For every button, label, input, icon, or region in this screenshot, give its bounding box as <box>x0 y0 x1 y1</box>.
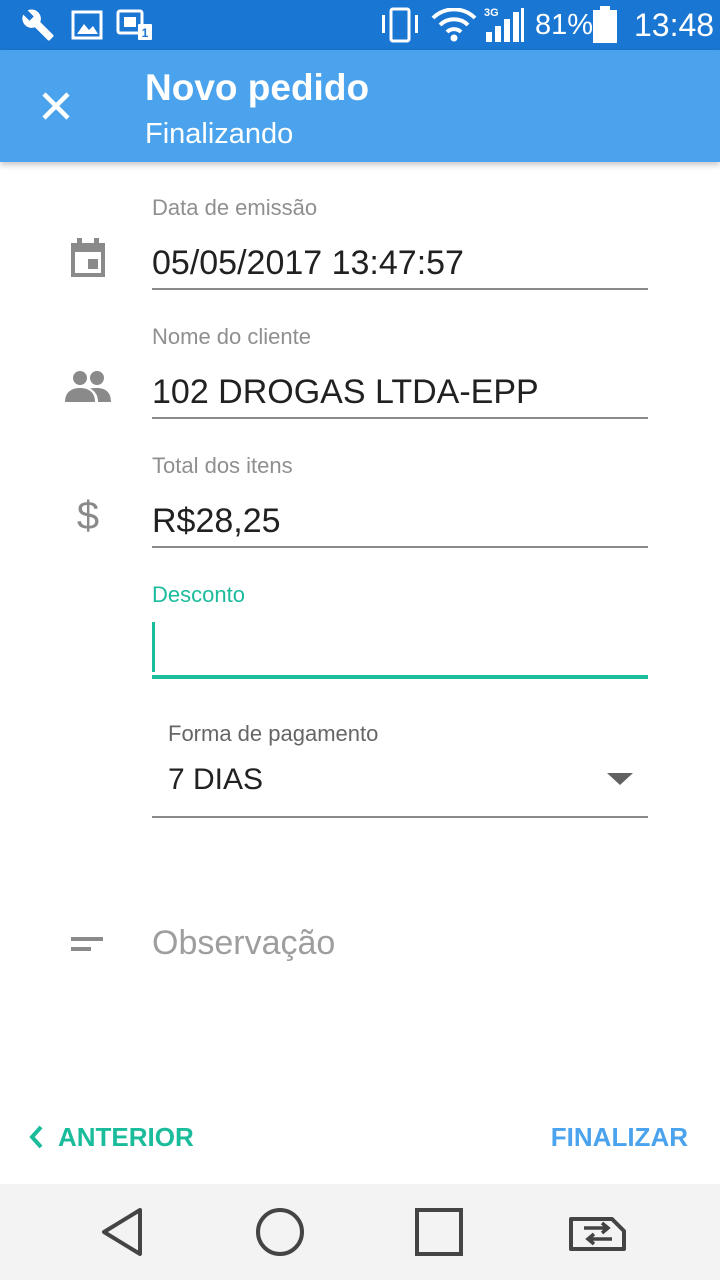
svg-text:3G: 3G <box>484 7 499 19</box>
discount-underline <box>152 675 648 679</box>
items-total-label: Total dos itens <box>152 453 293 478</box>
issue-date-label: Data de emissão <box>152 195 318 220</box>
dollar-icon: $ <box>58 486 118 546</box>
battery-percent: 81% <box>535 9 594 41</box>
navigation-bar <box>0 1184 720 1280</box>
recents-button[interactable] <box>399 1202 479 1262</box>
chevron-left-icon <box>29 1125 43 1149</box>
issue-date-underline <box>152 288 648 290</box>
client-name-label: Nome do cliente <box>152 324 311 349</box>
items-total-underline <box>152 546 648 548</box>
discount-label: Desconto <box>152 582 245 607</box>
battery-icon <box>590 6 620 43</box>
wifi-icon <box>430 7 478 43</box>
notes-icon <box>58 914 118 974</box>
payment-method-underline <box>152 816 648 818</box>
close-icon <box>42 92 70 120</box>
payment-method-value: 7 DIAS <box>168 763 264 796</box>
svg-text:$: $ <box>77 495 99 537</box>
text-cursor <box>152 622 155 672</box>
people-icon <box>58 356 118 416</box>
discount-input[interactable] <box>152 626 648 670</box>
svg-text:1: 1 <box>142 26 149 40</box>
calendar-icon <box>58 228 118 288</box>
home-icon <box>256 1208 304 1256</box>
finish-button[interactable]: FINALIZAR <box>551 1115 688 1159</box>
client-name-field[interactable]: 102 DROGAS LTDA-EPP <box>152 371 648 413</box>
previous-button[interactable]: ANTERIOR <box>28 1115 194 1159</box>
sim-lock-icon: 1 <box>115 7 155 43</box>
dropdown-arrow-icon <box>607 773 633 785</box>
previous-button-label: ANTERIOR <box>58 1121 194 1152</box>
app-bar: Novo pedido Finalizando <box>0 50 720 162</box>
client-name-underline <box>152 417 648 419</box>
wrench-icon <box>18 7 58 43</box>
page-subtitle: Finalizando <box>145 118 294 150</box>
notes-placeholder: Observação <box>152 924 336 962</box>
payment-method-label: Forma de pagamento <box>168 721 379 746</box>
image-icon <box>70 7 104 43</box>
back-button[interactable] <box>82 1202 162 1262</box>
switch-sim-icon <box>569 1217 626 1251</box>
items-total-field[interactable]: R$28,25 <box>152 500 648 542</box>
switch-sim-button[interactable] <box>558 1202 638 1262</box>
vibrate-icon <box>378 7 422 43</box>
recents-icon <box>415 1208 463 1256</box>
home-button[interactable] <box>240 1202 320 1262</box>
signal-icon: 3G <box>482 7 526 43</box>
clock: 13:48 <box>634 7 715 43</box>
issue-date-field[interactable]: 05/05/2017 13:47:57 <box>152 242 648 284</box>
close-button[interactable] <box>20 70 92 142</box>
status-bar: 1 3G 81% 13:48 <box>0 0 720 50</box>
back-icon <box>102 1208 142 1256</box>
page-title: Novo pedido <box>145 67 370 108</box>
finish-button-label: FINALIZAR <box>550 1121 688 1152</box>
